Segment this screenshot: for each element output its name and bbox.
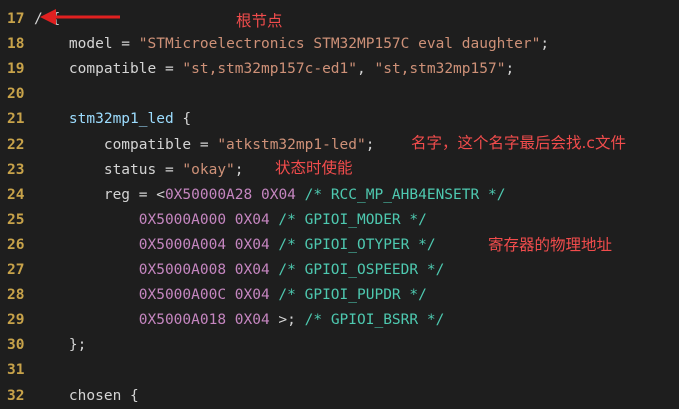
annotation-root-node: 根节点 bbox=[236, 12, 283, 30]
annotation-reg-note: 寄存器的物理地址 bbox=[488, 236, 613, 254]
annotation-status-note: 状态时使能 bbox=[275, 159, 353, 177]
code-editor[interactable]: 32 chosen {31 30 }; 29 0X5000A018 0X04 >; … bbox=[0, 0, 679, 404]
annotation-name-note: 名字，这个名字最后会找.c文件 bbox=[411, 134, 626, 152]
red-arrow-icon bbox=[40, 9, 120, 25]
